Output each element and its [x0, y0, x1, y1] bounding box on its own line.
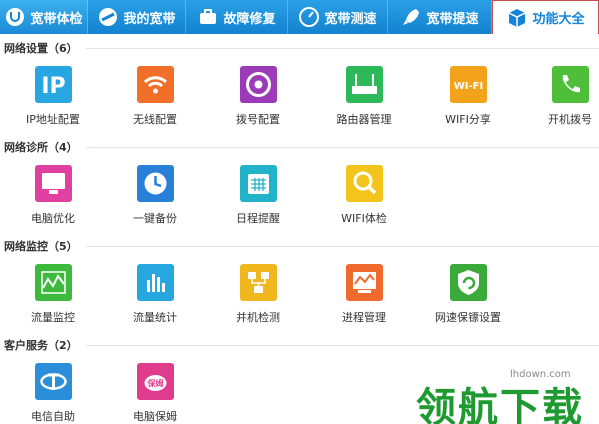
- pc-optimize-item[interactable]: 电脑优化: [8, 165, 98, 226]
- item-label: 一键备份: [133, 212, 177, 225]
- router-manage-item[interactable]: 路由器管理: [319, 66, 409, 127]
- section-title: 网络监控（5）: [4, 240, 78, 253]
- tab-label: 宽带测速: [324, 11, 377, 27]
- dial-icon: [239, 66, 277, 103]
- item-label: IP地址配置: [26, 113, 80, 126]
- wifi-icon: [136, 66, 174, 103]
- item-label: 流量统计: [133, 311, 177, 324]
- startup-dial-item[interactable]: 开机拨号: [525, 66, 599, 127]
- item-label: WIFI体检: [341, 212, 387, 225]
- globe-icon: [97, 6, 119, 28]
- wifi-share-item[interactable]: WI-FI WIFI分享: [423, 66, 513, 127]
- tab-label: 宽带提速: [426, 11, 479, 27]
- item-label: 电信自助: [31, 410, 75, 423]
- tab-all-functions[interactable]: 功能大全: [492, 0, 599, 34]
- speedometer-icon: [298, 6, 320, 28]
- schedule-reminder-item[interactable]: 日程提醒: [213, 165, 303, 226]
- tab-label: 宽带体检: [30, 11, 83, 27]
- network-check-item[interactable]: 并机检测: [213, 264, 303, 325]
- shield-icon: [449, 264, 487, 301]
- telecom-icon: [34, 363, 72, 400]
- clock-backup-icon: [136, 165, 174, 202]
- tab-label: 我的宽带: [123, 11, 176, 27]
- section-header-customer-service: 客户服务（2）: [4, 337, 599, 353]
- ip-icon: IP: [34, 66, 72, 103]
- section-title: 网络诊所（4）: [4, 141, 78, 154]
- watermark-text: 领航下载: [416, 385, 584, 424]
- tab-broadband-check[interactable]: 宽带体检: [0, 0, 88, 34]
- wifi-check-item[interactable]: WIFI体检: [319, 165, 409, 226]
- network-check-icon: [239, 264, 277, 301]
- nanny-icon: 保姆: [136, 363, 174, 400]
- item-label: 进程管理: [342, 311, 386, 324]
- process-manage-item[interactable]: 进程管理: [319, 264, 409, 325]
- one-click-backup-item[interactable]: 一键备份: [110, 165, 200, 226]
- tab-speed-test[interactable]: 宽带测速: [288, 0, 388, 34]
- section-header-network-settings: 网络设置（6）: [4, 40, 599, 56]
- item-label: 拨号配置: [236, 113, 280, 126]
- item-label: 开机拨号: [548, 113, 592, 126]
- tab-label: 故障修复: [223, 11, 276, 27]
- traffic-stats-item[interactable]: 流量统计: [110, 264, 200, 325]
- tab-label: 功能大全: [532, 12, 585, 27]
- tab-speed-up[interactable]: 宽带提速: [388, 0, 492, 34]
- wireless-config-item[interactable]: 无线配置: [110, 66, 200, 127]
- traffic-monitor-icon: [34, 264, 72, 301]
- telecom-self-service-item[interactable]: 电信自助: [8, 363, 98, 424]
- section-title: 网络设置（6）: [4, 42, 78, 55]
- rocket-icon: [400, 6, 422, 28]
- item-label: WIFI分享: [445, 113, 491, 126]
- item-label: 电脑优化: [31, 212, 75, 225]
- item-label: 流量监控: [31, 311, 75, 324]
- item-label: 网速保镖设置: [435, 311, 501, 324]
- router-icon: [345, 66, 383, 103]
- svg-text:保姆: 保姆: [146, 378, 163, 388]
- item-label: 无线配置: [133, 113, 177, 126]
- stethoscope-icon: [4, 6, 26, 28]
- bar-stats-icon: [136, 264, 174, 301]
- traffic-monitor-item[interactable]: 流量监控: [8, 264, 98, 325]
- section-header-network-clinic: 网络诊所（4）: [4, 139, 599, 155]
- tab-fault-repair[interactable]: 故障修复: [186, 0, 288, 34]
- dial-config-item[interactable]: 拨号配置: [213, 66, 303, 127]
- cube-icon: [506, 7, 528, 29]
- calendar-icon: [239, 165, 277, 202]
- monitor-icon: [34, 165, 72, 202]
- tab-my-broadband[interactable]: 我的宽带: [88, 0, 186, 34]
- pc-nanny-item[interactable]: 保姆 电脑保姆: [110, 363, 200, 424]
- wifi-search-icon: [345, 165, 383, 202]
- process-icon: [345, 264, 383, 301]
- toolbox-icon: [197, 6, 219, 28]
- section-header-network-monitor: 网络监控（5）: [4, 238, 599, 254]
- item-label: 并机检测: [236, 311, 280, 324]
- item-label: 日程提醒: [236, 212, 280, 225]
- phone-icon: [551, 66, 589, 103]
- item-label: 电脑保姆: [133, 410, 177, 423]
- top-tab-bar: 宽带体检 我的宽带 故障修复 宽带测速 宽带提速 功能大全: [0, 0, 599, 34]
- section-title: 客户服务（2）: [4, 339, 78, 352]
- item-label: 路由器管理: [336, 113, 392, 126]
- speed-guard-item[interactable]: 网速保镖设置: [423, 264, 513, 325]
- wifi-share-icon: WI-FI: [449, 66, 487, 103]
- svg-text:WI-FI: WI-FI: [453, 81, 482, 92]
- ip-config-item[interactable]: IP IP地址配置: [8, 66, 98, 127]
- svg-text:IP: IP: [41, 74, 65, 99]
